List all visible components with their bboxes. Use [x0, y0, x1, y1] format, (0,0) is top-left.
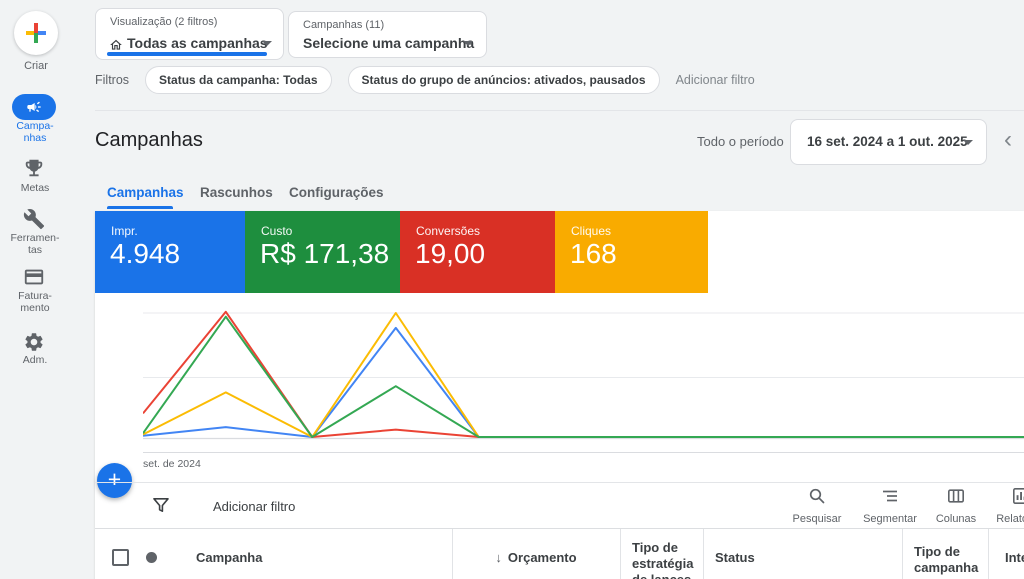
- chart-x-axis: [143, 452, 1024, 453]
- header-divider: [95, 110, 1024, 111]
- campaign-selector[interactable]: Campanhas (11) Selecione uma campanha: [288, 11, 487, 58]
- scorecard-value: 19,00: [415, 238, 486, 269]
- sidebar-item-campanhas[interactable]: [12, 94, 56, 120]
- date-range-value: 16 set. 2024 a 1 out. 2025: [807, 134, 968, 149]
- gear-icon[interactable]: [23, 331, 45, 353]
- page-title: Campanhas: [95, 129, 203, 151]
- view-selector-label: Visualização (2 filtros): [110, 16, 218, 28]
- tools-icon[interactable]: [23, 208, 45, 230]
- add-filter-link[interactable]: Adicionar filtro: [676, 73, 755, 87]
- tab-rascunhos[interactable]: Rascunhos: [200, 185, 273, 200]
- plus-icon: +: [107, 466, 122, 492]
- report-chart-icon: [1013, 488, 1024, 504]
- table-add-filter[interactable]: Adicionar filtro: [213, 499, 295, 514]
- tab-configuracoes[interactable]: Configurações: [289, 185, 384, 200]
- column-separator: [988, 529, 989, 579]
- filter-bar: Filtros Status da campanha: Todas Status…: [95, 66, 755, 94]
- sidebar-label-metas[interactable]: Metas: [0, 182, 70, 195]
- sidebar-label-adm[interactable]: Adm.: [0, 354, 70, 367]
- create-button-label: Criar: [24, 60, 48, 72]
- toolbar-divider: [95, 482, 1024, 483]
- view-selector[interactable]: Visualização (2 filtros) Todas as campan…: [95, 8, 284, 60]
- sidebar-label-campanhas[interactable]: Campa- nhas: [0, 120, 70, 144]
- search-icon: [809, 488, 825, 504]
- column-separator: [620, 529, 621, 579]
- scorecard-label: Conversões: [416, 224, 481, 238]
- add-campaign-fab[interactable]: +: [97, 463, 132, 498]
- scorecard-value: R$ 171,38: [260, 238, 390, 269]
- column-header-orcamento[interactable]: ↓ Orçamento: [452, 550, 620, 566]
- chevron-down-icon: [963, 140, 973, 145]
- megaphone-icon: [27, 101, 41, 113]
- active-tab-underline: [107, 206, 173, 209]
- reports-action[interactable]: Relatórios: [986, 487, 1024, 525]
- scorecard-impressions[interactable]: Impr. 4.948: [95, 211, 245, 293]
- scorecard-cost[interactable]: Custo R$ 171,38: [245, 211, 400, 293]
- period-label: Todo o período: [697, 134, 784, 149]
- columns-action[interactable]: Colunas: [921, 487, 991, 525]
- filter-chip-campaign-status[interactable]: Status da campanha: Todas: [145, 66, 332, 94]
- billing-card-icon[interactable]: [23, 266, 45, 288]
- scorecard-value: 4.948: [110, 238, 181, 269]
- sidebar-label-ferramentas[interactable]: Ferramen- tas: [0, 232, 70, 256]
- trophy-icon[interactable]: [23, 157, 45, 179]
- home-icon: [110, 39, 122, 50]
- campaign-selector-label: Campanhas (11): [303, 19, 385, 31]
- scorecard-value: 168: [570, 238, 617, 269]
- filter-chip-adgroup-status[interactable]: Status do grupo de anúncios: ativados, p…: [347, 66, 660, 94]
- performance-line-chart: [143, 310, 1024, 440]
- column-header-campanha[interactable]: Campanha: [196, 550, 262, 566]
- column-header-interacoes[interactable]: Interações: [1005, 550, 1024, 566]
- chart-line-Cliques: [143, 312, 1024, 438]
- column-separator: [902, 529, 903, 579]
- status-filter-dot[interactable]: [146, 552, 157, 563]
- google-ads-campaigns-screen: Criar Campa- nhas Metas Ferramen- tas Fa…: [0, 0, 1024, 579]
- scorecard-conversions[interactable]: Conversões 19,00: [400, 211, 555, 293]
- column-header-status[interactable]: Status: [715, 550, 755, 566]
- column-separator: [703, 529, 704, 579]
- segment-icon: [883, 490, 897, 502]
- select-all-checkbox[interactable]: [112, 549, 129, 566]
- chevron-down-icon: [463, 41, 473, 46]
- view-selector-value: Todas as campanhas: [127, 35, 268, 51]
- date-range-picker[interactable]: 16 set. 2024 a 1 out. 2025: [790, 119, 987, 165]
- column-header-tipo-estrategia[interactable]: Tipo de estratégia de lances: [632, 540, 693, 579]
- scorecard-label: Cliques: [571, 224, 612, 238]
- scorecard-clicks[interactable]: Cliques 168: [555, 211, 708, 293]
- google-plus-icon: [26, 23, 46, 43]
- view-selector-active-bar: [107, 52, 267, 56]
- scorecard-label: Impr.: [111, 224, 138, 238]
- segment-action[interactable]: Segmentar: [855, 487, 925, 525]
- chart-x-axis-label: set. de 2024: [143, 458, 201, 470]
- column-header-tipo-campanha[interactable]: Tipo de campanha: [914, 544, 978, 576]
- filters-label: Filtros: [95, 73, 130, 87]
- sidebar-label-faturamento[interactable]: Fatura- mento: [0, 290, 70, 314]
- chevron-down-icon: [262, 41, 272, 46]
- create-button[interactable]: [14, 11, 58, 55]
- scorecard-label: Custo: [261, 224, 293, 238]
- sort-descending-arrow: ↓: [495, 550, 502, 565]
- tab-campanhas[interactable]: Campanhas: [107, 185, 184, 200]
- campaign-selector-value: Selecione uma campanha: [303, 35, 475, 51]
- columns-icon: [947, 489, 964, 503]
- table-top-border: [95, 528, 1024, 529]
- funnel-icon[interactable]: [152, 496, 170, 514]
- search-action[interactable]: Pesquisar: [782, 487, 852, 525]
- collapse-date-chevron[interactable]: ‹: [1004, 128, 1012, 152]
